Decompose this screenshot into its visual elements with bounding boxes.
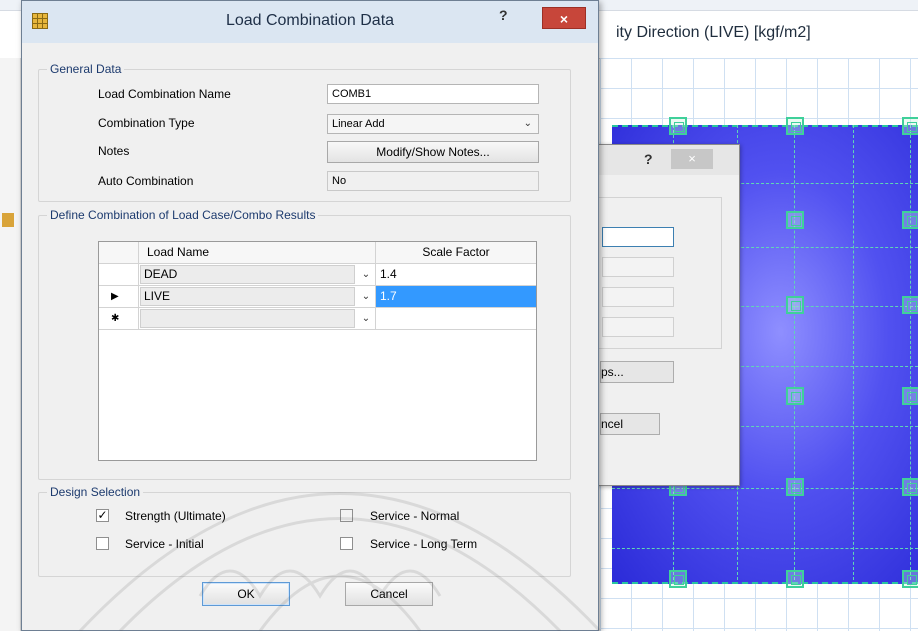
table-row[interactable]: DEAD ⌄ 1.4 (99, 264, 536, 286)
row-selector[interactable]: ✱ (99, 308, 139, 330)
load-name-select[interactable]: DEAD ⌄ (139, 264, 376, 285)
row-selector[interactable] (99, 264, 139, 286)
secondary-input-field[interactable] (602, 257, 674, 277)
row-selector-header (99, 242, 139, 264)
chevron-down-icon[interactable]: ⌄ (357, 308, 375, 329)
group-title: Design Selection (47, 485, 144, 499)
gridline-vertical (910, 125, 911, 580)
service-long-term-label: Service - Long Term (370, 537, 478, 551)
gridline-horizontal (612, 548, 918, 549)
secondary-dialog: ? × ps... ncel (585, 144, 740, 486)
column-marker[interactable] (669, 117, 687, 135)
load-name-value[interactable]: LIVE (140, 287, 355, 306)
column-marker[interactable] (669, 570, 687, 588)
load-name-select[interactable]: LIVE ⌄ (139, 286, 376, 307)
help-icon[interactable]: ? (499, 7, 508, 23)
close-button[interactable]: × (542, 7, 586, 29)
table-row[interactable]: ▶ LIVE ⌄ 1.7 (99, 286, 536, 308)
notes-label: Notes (98, 144, 130, 158)
chevron-down-icon[interactable]: ⌄ (357, 286, 375, 307)
load-name-cell[interactable]: ⌄ (139, 308, 376, 330)
close-icon[interactable]: × (671, 149, 713, 169)
column-marker[interactable] (902, 478, 918, 496)
new-row-asterisk-icon: ✱ (111, 313, 120, 324)
combination-type-label: Combination Type (98, 116, 195, 130)
column-marker[interactable] (902, 387, 918, 405)
gridline-horizontal (612, 488, 918, 489)
dialog-titlebar[interactable]: Load Combination Data ? × (22, 1, 598, 43)
table-row-new[interactable]: ✱ ⌄ (99, 308, 536, 330)
combination-name-label: Load Combination Name (98, 87, 231, 101)
secondary-input-field[interactable] (602, 287, 674, 307)
secondary-input-field[interactable] (602, 317, 674, 337)
combination-type-select[interactable]: Linear Add ⌄ (327, 114, 539, 134)
column-marker[interactable] (902, 570, 918, 588)
group-title: General Data (47, 62, 125, 76)
secondary-cancel-button[interactable]: ncel (600, 413, 660, 435)
column-marker[interactable] (786, 387, 804, 405)
current-row-arrow-icon: ▶ (111, 291, 119, 302)
column-marker[interactable] (902, 117, 918, 135)
scale-factor-cell-selected[interactable]: 1.7 (376, 286, 536, 308)
column-header-load-name[interactable]: Load Name (139, 242, 376, 264)
column-marker[interactable] (902, 296, 918, 314)
service-initial-label: Service - Initial (125, 537, 204, 551)
cancel-button[interactable]: Cancel (345, 582, 433, 606)
auto-combination-label: Auto Combination (98, 174, 194, 188)
column-header-scale-factor[interactable]: Scale Factor (376, 242, 536, 264)
load-case-grid[interactable]: Load Name Scale Factor DEAD ⌄ 1.4 ▶ LIVE… (98, 241, 537, 461)
combination-type-value: Linear Add (332, 118, 385, 130)
gridline-vertical (794, 125, 795, 580)
design-selection-group: Design Selection (38, 485, 571, 577)
scale-factor-cell[interactable]: 1.4 (376, 264, 536, 286)
checkmark-icon: ✓ (97, 508, 108, 522)
modify-show-notes-button[interactable]: Modify/Show Notes... (327, 141, 539, 163)
help-icon[interactable]: ? (644, 151, 653, 167)
group-title: Define Combination of Load Case/Combo Re… (47, 208, 319, 222)
gridline-vertical (853, 125, 854, 580)
service-normal-checkbox[interactable] (340, 509, 353, 522)
grid-header-row: Load Name Scale Factor (99, 242, 536, 264)
strength-ultimate-label: Strength (Ultimate) (125, 509, 226, 523)
load-name-cell[interactable]: DEAD ⌄ (139, 264, 376, 286)
service-normal-label: Service - Normal (370, 509, 460, 523)
column-marker[interactable] (786, 296, 804, 314)
strength-ultimate-checkbox[interactable]: ✓ (96, 509, 109, 522)
chevron-down-icon[interactable]: ⌄ (357, 264, 375, 285)
column-marker[interactable] (786, 478, 804, 496)
combination-name-input[interactable]: COMB1 (327, 84, 539, 104)
column-marker[interactable] (786, 211, 804, 229)
load-name-select[interactable]: ⌄ (139, 308, 376, 329)
secondary-input-field[interactable] (602, 227, 674, 247)
ok-button[interactable]: OK (202, 582, 290, 606)
auto-combination-value: No (327, 171, 539, 191)
background-left-panel (0, 58, 21, 631)
service-initial-checkbox[interactable] (96, 537, 109, 550)
background-panel-icon (2, 213, 14, 227)
load-name-value[interactable]: DEAD (140, 265, 355, 284)
scale-factor-cell[interactable] (376, 308, 536, 330)
chevron-down-icon: ⌄ (523, 118, 532, 129)
background-view-title: ity Direction (LIVE) [kgf/m2] (616, 24, 811, 41)
column-marker[interactable] (786, 117, 804, 135)
dialog-title: Load Combination Data (225, 12, 395, 29)
column-marker[interactable] (902, 211, 918, 229)
row-selector[interactable]: ▶ (99, 286, 139, 308)
secondary-dialog-titlebar[interactable]: ? × (586, 145, 739, 175)
load-name-cell[interactable]: LIVE ⌄ (139, 286, 376, 308)
service-long-term-checkbox[interactable] (340, 537, 353, 550)
column-marker[interactable] (786, 570, 804, 588)
secondary-dialog-button[interactable]: ps... (600, 361, 674, 383)
load-name-value[interactable] (140, 309, 355, 328)
